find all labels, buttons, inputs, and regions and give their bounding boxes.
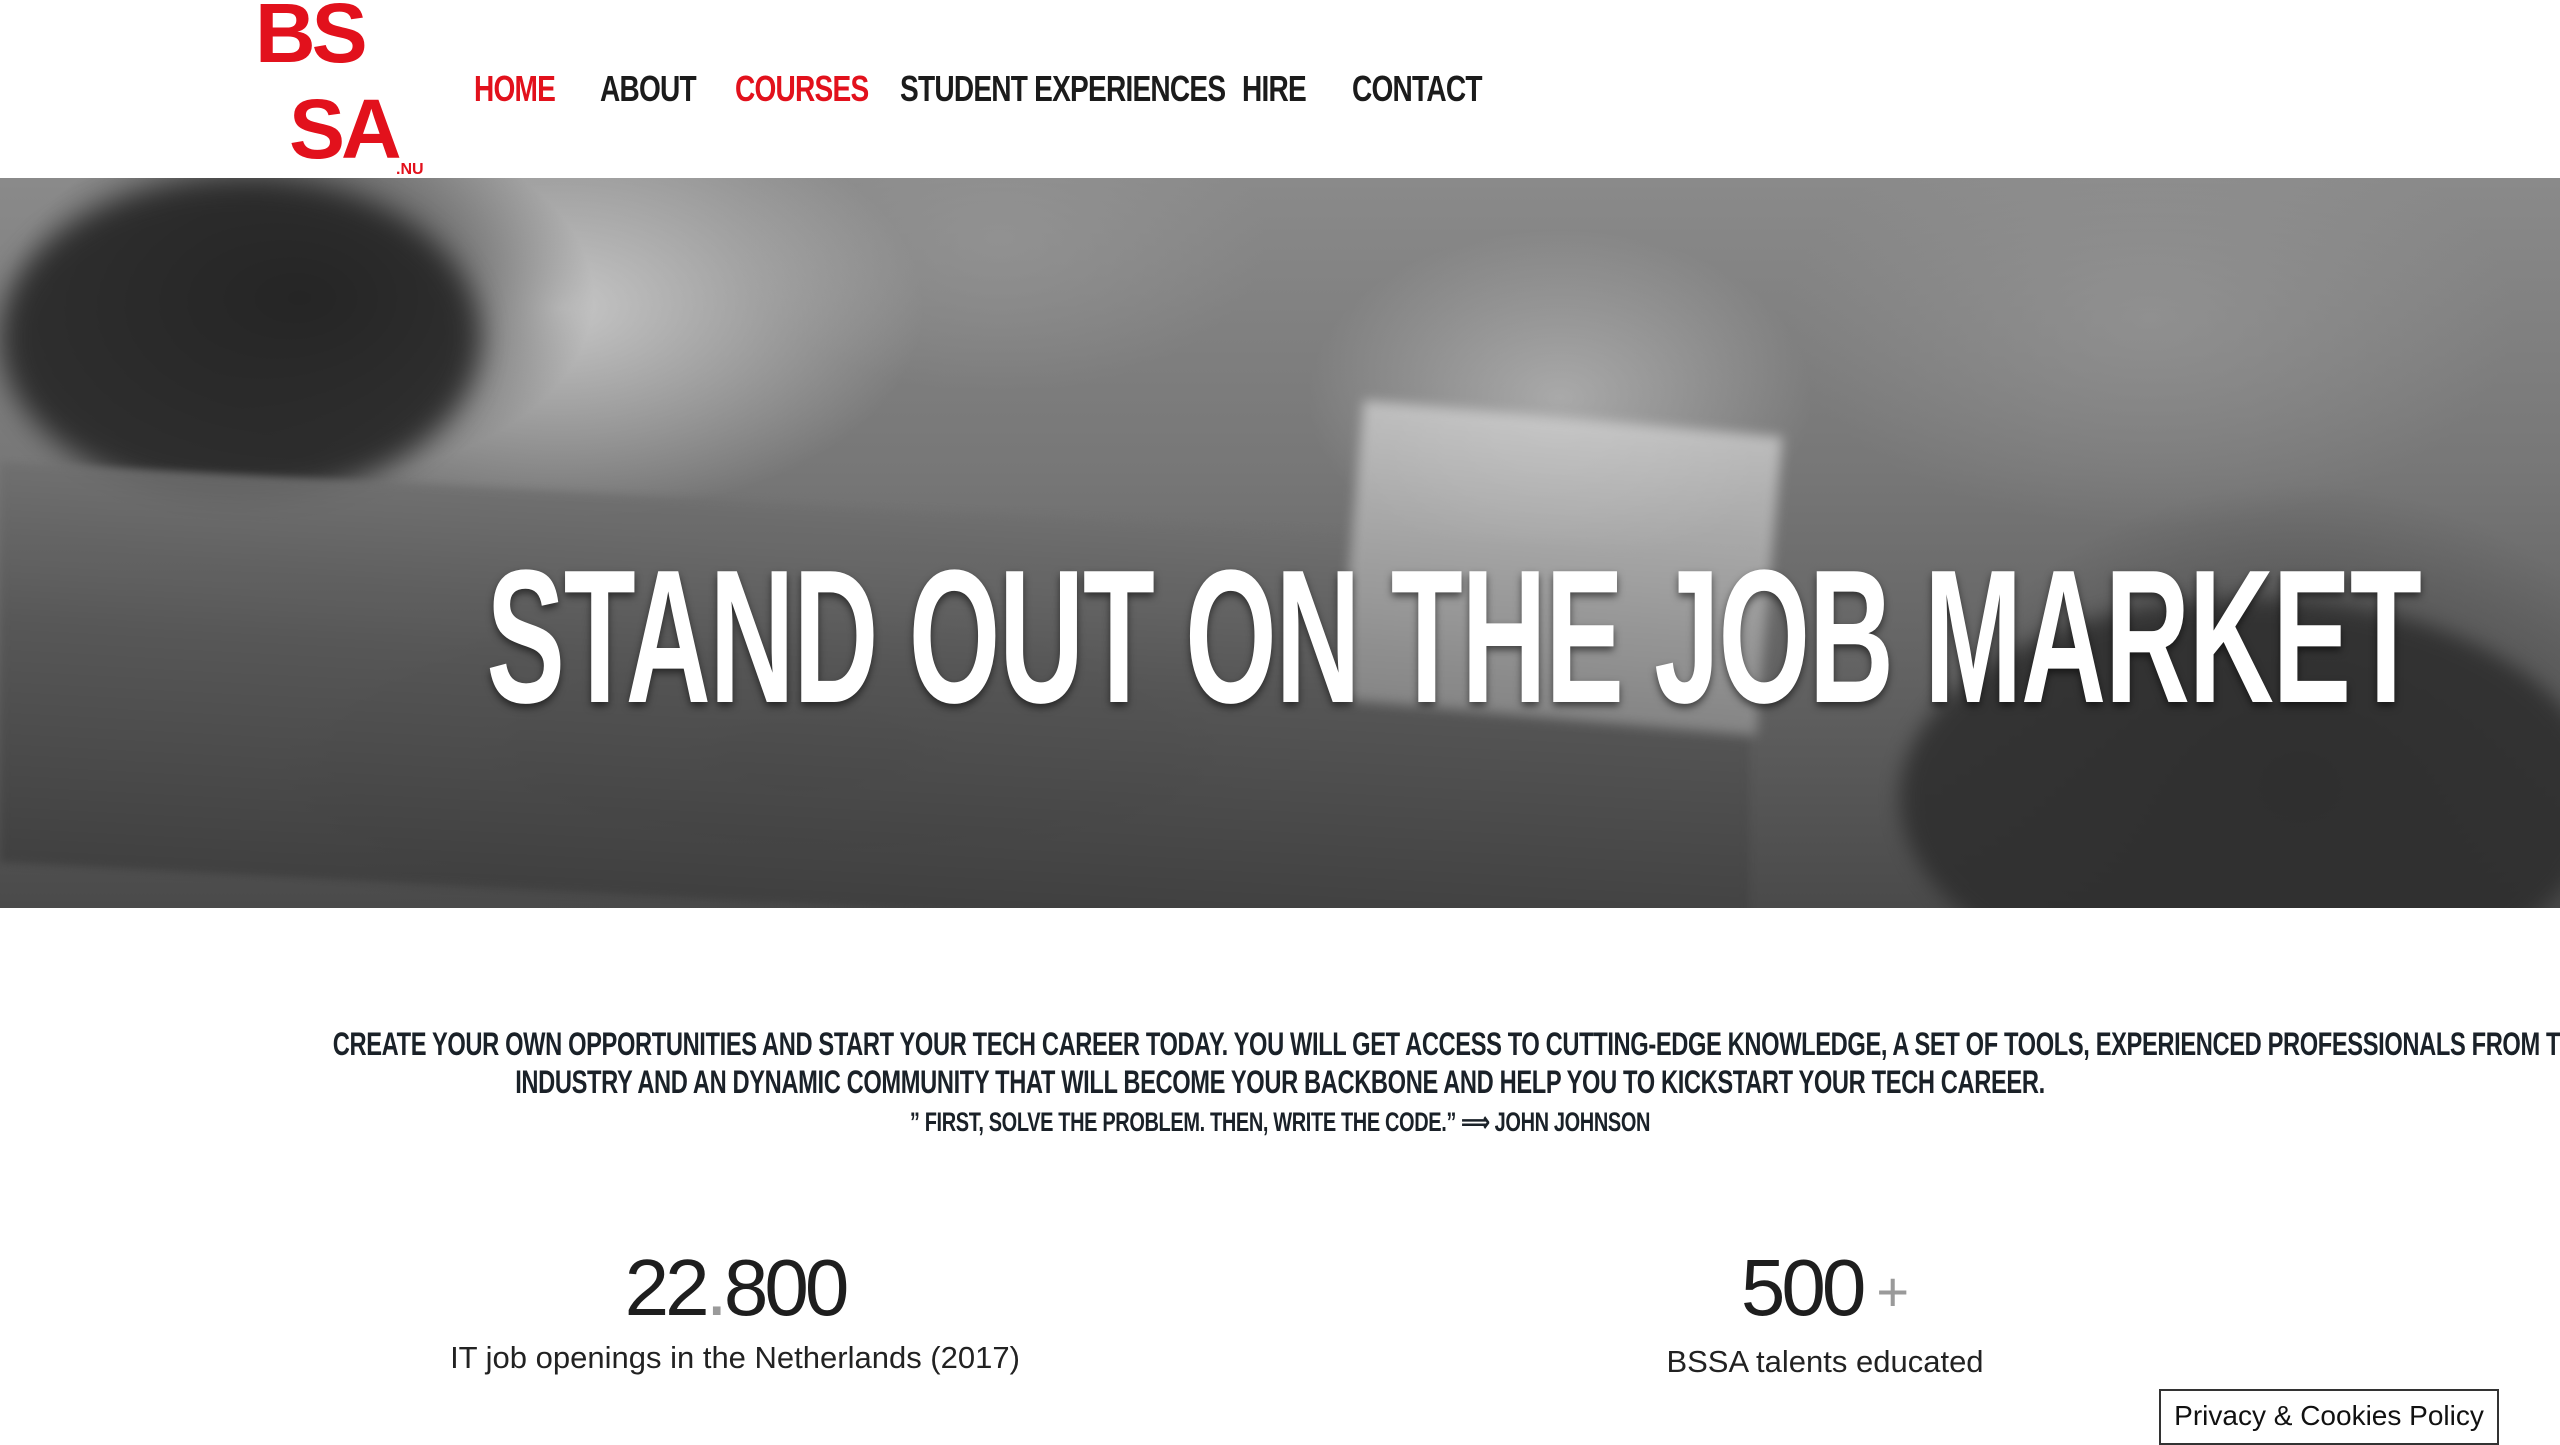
site-logo[interactable]: BS SA .NU — [255, 0, 430, 176]
intro-line-1: CREATE YOUR OWN OPPORTUNITIES AND START … — [332, 1026, 2560, 1062]
stat-label: BSSA talents educated — [1666, 1344, 1984, 1379]
intro-line-2: INDUSTRY AND AN DYNAMIC COMMUNITY THAT W… — [515, 1064, 2045, 1100]
stat-job-openings: 22.800 IT job openings in the Netherland… — [335, 1240, 1135, 1378]
stat-number: 500 + — [1425, 1240, 2225, 1340]
intro-quote: ” FIRST, SOLVE THE PROBLEM. THEN, WRITE … — [909, 1107, 1651, 1137]
hero-blur-shape — [0, 178, 480, 498]
nav-home[interactable]: HOME — [474, 68, 556, 110]
stat-number-separator: . — [705, 1243, 728, 1332]
logo-letters-bottom: SA — [289, 82, 400, 176]
nav-contact[interactable]: CONTACT — [1352, 68, 1483, 110]
privacy-cookies-button[interactable]: Privacy & Cookies Policy — [2159, 1389, 2499, 1445]
site-header: BS SA .NU HOME ABOUT COURSES STUDENT EXP… — [0, 0, 2560, 178]
logo-suffix: .NU — [396, 161, 424, 176]
hero-title: STAND OUT ON THE JOB MARKET — [486, 531, 2421, 744]
nav-hire[interactable]: HIRE — [1242, 68, 1307, 110]
stat-number-suffix: + — [1876, 1260, 1910, 1323]
nav-student-experiences[interactable]: STUDENT EXPERIENCES — [900, 68, 1226, 110]
bssa-logo-icon: BS SA .NU — [255, 0, 424, 176]
logo-letters-top: BS — [255, 0, 365, 80]
stat-number-part: 800 — [723, 1243, 850, 1332]
stat-number-value: 500 — [1740, 1243, 1867, 1332]
intro-text: CREATE YOUR OWN OPPORTUNITIES AND START … — [0, 1025, 2560, 1139]
hero-banner: STAND OUT ON THE JOB MARKET — [0, 178, 2560, 908]
stat-number-part: 22 — [624, 1243, 710, 1332]
nav-about[interactable]: ABOUT — [600, 68, 697, 110]
intro-section: CREATE YOUR OWN OPPORTUNITIES AND START … — [0, 1025, 2560, 1139]
stat-number: 22.800 — [335, 1240, 1135, 1336]
stat-talents-educated: 500 + BSSA talents educated — [1425, 1240, 2225, 1382]
nav-courses[interactable]: COURSES — [735, 68, 869, 110]
stat-label: IT job openings in the Netherlands (2017… — [450, 1340, 1020, 1375]
